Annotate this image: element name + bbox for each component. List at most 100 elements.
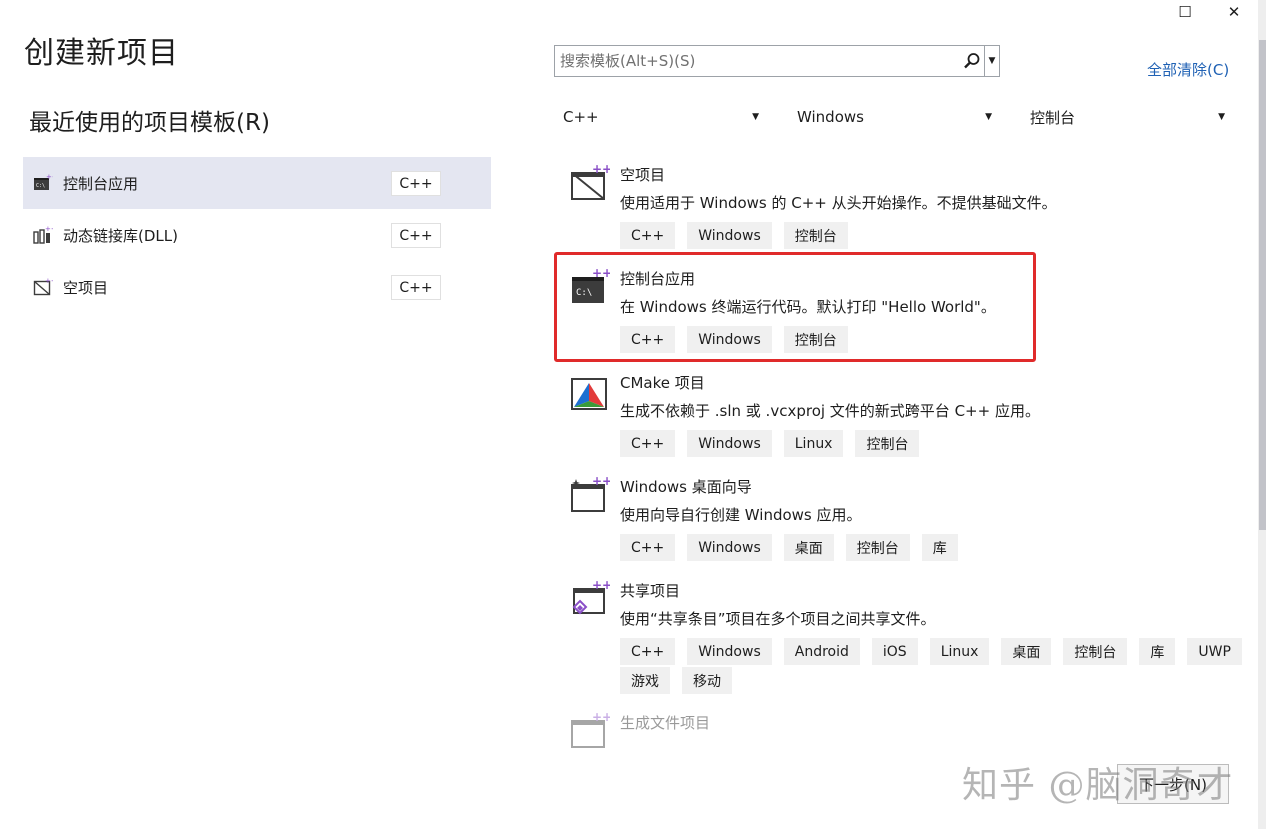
tag: 控制台 (845, 534, 910, 561)
recent-item-empty-project[interactable]: ++ 空项目 C++ (23, 261, 491, 313)
template-name: Windows 桌面向导 (620, 478, 752, 496)
language-tag: C++ (391, 275, 441, 300)
template-name: 控制台应用 (620, 270, 696, 288)
chevron-down-icon: ▼ (752, 112, 759, 122)
maximize-icon: ☐ (1178, 3, 1192, 21)
template-description: 在 Windows 终端运行代码。默认打印 "Hello World"。 (620, 298, 996, 316)
template-item-makefile-project[interactable]: ++ 生成文件项目 (555, 703, 1255, 748)
template-name: 生成文件项目 (620, 714, 711, 732)
chevron-down-icon: ▼ (985, 112, 992, 122)
console-app-icon: C:\++ (33, 173, 58, 193)
template-tags: C++ Windows Linux 控制台 (620, 430, 1255, 459)
template-search: ▼ (554, 45, 1000, 77)
platform-filter[interactable]: Windows ▼ (797, 104, 992, 130)
template-description: 使用适用于 Windows 的 C++ 从头开始操作。不提供基础文件。 (620, 194, 1057, 212)
template-list: ++ 空项目 使用适用于 Windows 的 C++ 从头开始操作。不提供基础文… (555, 155, 1255, 748)
search-icon[interactable] (960, 46, 984, 76)
template-description: 生成不依赖于 .sln 或 .vcxproj 文件的新式跨平台 C++ 应用。 (620, 402, 1040, 420)
svg-text:++: ++ (592, 267, 610, 280)
template-name: 空项目 (620, 166, 666, 184)
language-tag: C++ (391, 223, 441, 248)
language-filter[interactable]: C++ ▼ (563, 104, 759, 130)
tag: C++ (620, 222, 676, 249)
svg-text:++: ++ (592, 711, 610, 724)
page-title: 创建新项目 (24, 36, 179, 71)
template-name: CMake 项目 (620, 374, 705, 392)
close-button[interactable]: ✕ (1211, 0, 1257, 24)
tag: 控制台 (783, 222, 848, 249)
desktop-wizard-icon: ++ (570, 474, 612, 515)
project-type-filter-value: 控制台 (1030, 108, 1076, 127)
template-tags: C++ Windows 控制台 (620, 326, 1255, 355)
empty-project-icon: ++ (33, 277, 57, 297)
tag: 桌面 (1001, 638, 1052, 665)
tag: Windows (687, 534, 772, 561)
svg-text:C:\: C:\ (36, 183, 45, 189)
recent-item-console-app[interactable]: C:\++ 控制台应用 C++ (23, 157, 491, 209)
chevron-down-icon: ▼ (988, 56, 996, 66)
cmake-icon (570, 371, 610, 411)
project-type-filter[interactable]: 控制台 ▼ (1030, 104, 1225, 130)
tag: 控制台 (783, 326, 848, 353)
svg-text:C:\: C:\ (576, 288, 592, 298)
template-tags: C++ Windows 控制台 (620, 222, 1255, 251)
recent-item-label: 控制台应用 (63, 174, 139, 193)
tag: Windows (687, 222, 772, 249)
template-description: 使用向导自行创建 Windows 应用。 (620, 506, 862, 524)
tag: C++ (620, 430, 676, 457)
tag: C++ (620, 326, 676, 353)
template-item-empty-project[interactable]: ++ 空项目 使用适用于 Windows 的 C++ 从头开始操作。不提供基础文… (555, 155, 1255, 259)
svg-text:++: ++ (592, 579, 610, 592)
tag: 桌面 (783, 534, 834, 561)
template-description: 使用“共享条目”项目在多个项目之间共享文件。 (620, 610, 936, 628)
scrollbar-thumb[interactable] (1259, 40, 1266, 530)
template-item-console-app[interactable]: C:\ ++ 控制台应用 在 Windows 终端运行代码。默认打印 "Hello… (555, 259, 1255, 363)
shared-project-icon: ++ (570, 578, 612, 619)
dll-icon: ++ (33, 225, 57, 245)
recent-item-label: 动态链接库(DLL) (63, 226, 178, 245)
recent-item-dll[interactable]: ++ 动态链接库(DLL) C++ (23, 209, 491, 261)
tag: 移动 (682, 667, 732, 694)
tag: Windows (687, 430, 772, 457)
tag: Android (783, 638, 860, 665)
template-item-desktop-wizard[interactable]: ++ Windows 桌面向导 使用向导自行创建 Windows 应用。 C++… (555, 467, 1255, 571)
svg-text:++: ++ (46, 173, 53, 181)
tag: 控制台 (855, 430, 920, 457)
tag: 控制台 (1063, 638, 1128, 665)
clear-all-link[interactable]: 全部清除(C) (1147, 59, 1229, 80)
tag: Linux (783, 430, 844, 457)
svg-text:++: ++ (592, 163, 610, 176)
search-options-dropdown[interactable]: ▼ (984, 46, 999, 76)
empty-project-icon: ++ (570, 162, 612, 203)
language-filter-value: C++ (563, 108, 599, 126)
template-item-cmake[interactable]: CMake 项目 生成不依赖于 .sln 或 .vcxproj 文件的新式跨平台… (555, 363, 1255, 467)
tag: Windows (687, 326, 772, 353)
tag: C++ (620, 534, 676, 561)
tag: 库 (1139, 638, 1176, 665)
tag: Linux (929, 638, 990, 665)
template-name: 共享项目 (620, 582, 681, 600)
watermark: 知乎 @脑洞奇才 (962, 765, 1234, 806)
recent-item-label: 空项目 (63, 278, 109, 297)
tag: 库 (921, 534, 958, 561)
console-app-icon: C:\++ (570, 266, 612, 307)
platform-filter-value: Windows (797, 108, 864, 126)
svg-text:++: ++ (592, 475, 610, 488)
tag: UWP (1187, 638, 1242, 665)
tag: iOS (871, 638, 918, 665)
recent-templates-list: C:\++ 控制台应用 C++ ++ 动态链接库(DLL) C++ ++ 空项目… (23, 157, 491, 313)
scrollbar[interactable] (1258, 0, 1266, 829)
template-tags: C++ Windows 桌面 控制台 库 (620, 534, 1255, 563)
tag: Windows (687, 638, 772, 665)
search-input[interactable] (555, 46, 960, 76)
recent-templates-heading: 最近使用的项目模板(R) (29, 110, 270, 136)
template-tags: C++ Windows Android iOS Linux 桌面 控制台 库 U… (620, 638, 1255, 696)
tag: C++ (620, 638, 676, 665)
template-item-shared-project[interactable]: ++ 共享项目 使用“共享条目”项目在多个项目之间共享文件。 C++ Windo… (555, 571, 1255, 703)
chevron-down-icon: ▼ (1218, 112, 1225, 122)
svg-text:++: ++ (45, 277, 53, 285)
language-tag: C++ (391, 171, 441, 196)
svg-text:++: ++ (45, 225, 53, 233)
maximize-button[interactable]: ☐ (1162, 0, 1208, 24)
makefile-project-icon: ++ (570, 710, 612, 751)
